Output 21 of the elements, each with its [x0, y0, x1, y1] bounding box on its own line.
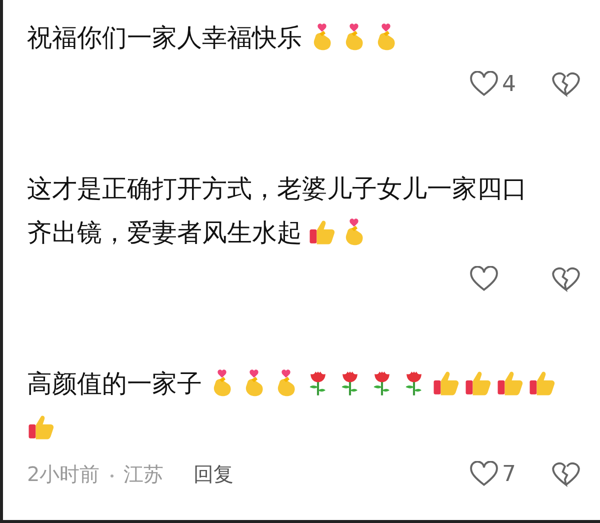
comment-text: 高颜值的一家子: [27, 368, 202, 400]
comment-location: 江苏: [124, 460, 164, 488]
thumbs-up-icon: [27, 413, 55, 441]
reply-link[interactable]: 回复: [194, 460, 234, 488]
comment-text: 这才是正确打开方式，老婆儿子女儿一家四口: [27, 173, 527, 205]
broken-heart-icon[interactable]: [552, 461, 580, 487]
broken-heart-icon[interactable]: [552, 266, 580, 292]
thumbs-up-icon: [496, 369, 524, 397]
like-count: 7: [502, 462, 517, 486]
comment-text: 祝福你们一家人幸福快乐: [27, 22, 302, 54]
heart-icon[interactable]: [470, 461, 498, 487]
broken-heart-icon[interactable]: [552, 71, 580, 97]
thumbs-up-icon: [432, 369, 460, 397]
like-count: 4: [502, 72, 517, 96]
comment-text: 齐出镜，爱妻者风生水起: [27, 217, 302, 249]
comment-time: 2小时前: [27, 460, 100, 488]
thumbs-up-icon: [528, 369, 556, 397]
thumbs-up-icon: [308, 218, 336, 246]
thumbs-up-icon: [464, 369, 492, 397]
heart-icon[interactable]: [470, 71, 498, 97]
heart-icon[interactable]: [470, 266, 498, 292]
